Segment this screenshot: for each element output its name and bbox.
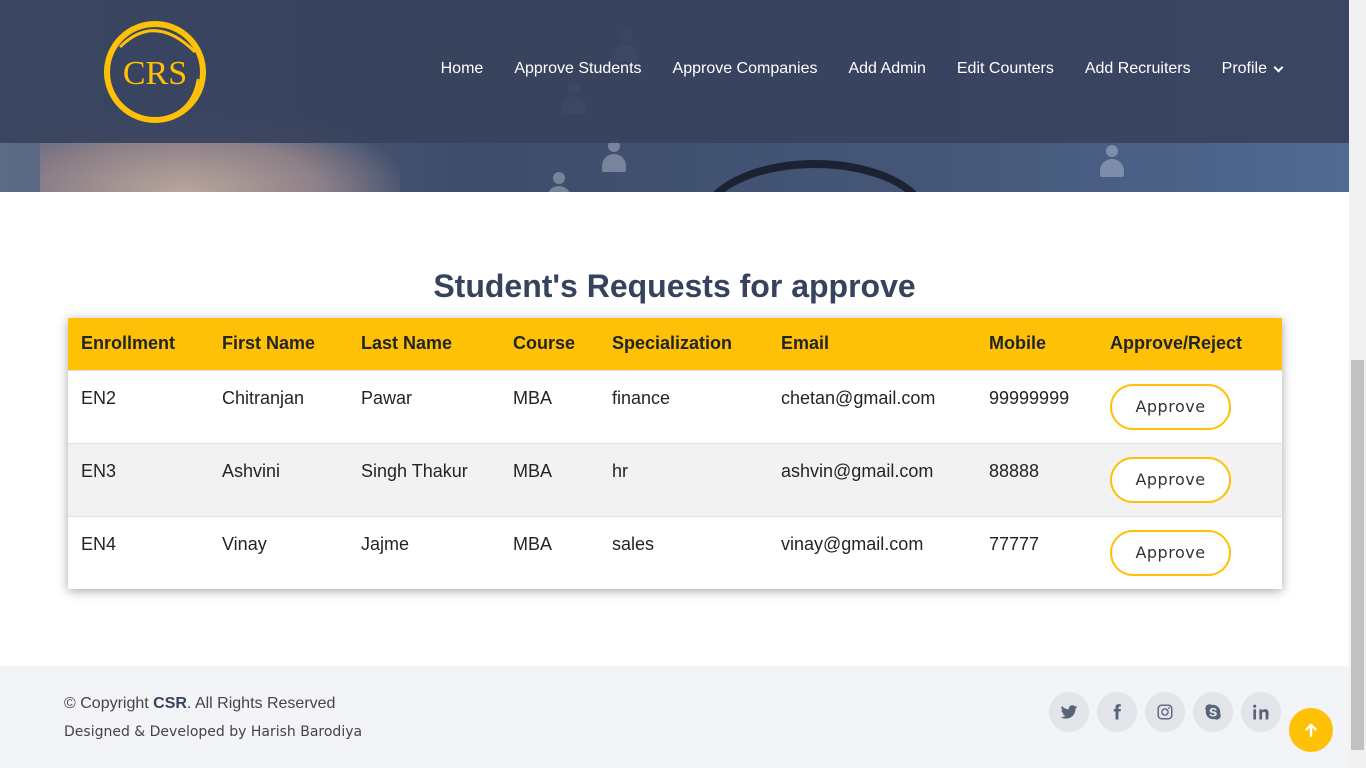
nav-profile-label: Profile	[1221, 60, 1267, 77]
cell-course: MBA	[513, 387, 553, 408]
cell-mobile: 88888	[989, 460, 1040, 481]
hero-person-icon	[1098, 145, 1126, 179]
cell-course: MBA	[513, 460, 553, 481]
cell-first-name: Vinay	[222, 533, 267, 554]
back-to-top-button[interactable]	[1289, 708, 1333, 752]
students-table-container: Enrollment First Name Last Name Course S…	[68, 318, 1282, 589]
instagram-icon[interactable]	[1145, 692, 1185, 732]
cell-mobile: 77777	[989, 533, 1040, 554]
hero-person-icon	[600, 140, 628, 174]
cell-last-name: Jajme	[361, 533, 410, 554]
svg-text:CRS: CRS	[123, 55, 187, 92]
column-header: Specialization	[612, 333, 733, 354]
cell-mobile: 99999999	[989, 387, 1070, 408]
nav-home[interactable]: Home	[425, 60, 499, 78]
column-header: Mobile	[989, 333, 1046, 354]
social-links	[1049, 692, 1281, 732]
table-header-row: Enrollment First Name Last Name Course S…	[68, 318, 1282, 370]
copyright-prefix: © Copyright	[64, 695, 154, 712]
cell-specialization: finance	[612, 387, 671, 408]
cell-enrollment: EN2	[81, 387, 117, 408]
cell-first-name: Ashvini	[222, 460, 281, 481]
column-header: Email	[781, 333, 830, 354]
navbar: CRS Home Approve Students Approve Compan…	[0, 0, 1349, 143]
arrow-up-icon	[1305, 723, 1317, 737]
column-header: Course	[513, 333, 576, 354]
approve-button[interactable]: Approve	[1110, 456, 1231, 503]
linkedin-icon[interactable]	[1241, 692, 1281, 732]
cell-action: Approve	[1097, 370, 1282, 443]
chevron-down-icon	[1273, 62, 1284, 72]
students-table: Enrollment First Name Last Name Course S…	[68, 318, 1282, 589]
table-row: EN2 Chitranjan Pawar MBA finance chetan@…	[68, 370, 1282, 443]
cell-specialization: sales	[612, 533, 655, 554]
cell-enrollment: EN4	[81, 533, 117, 554]
cell-email: chetan@gmail.com	[781, 387, 936, 408]
logo-circle-icon: CRS	[104, 21, 206, 123]
approve-button[interactable]: Approve	[1110, 529, 1231, 576]
credits: Designed & Developed by Harish Barodiya	[64, 724, 363, 740]
cell-action: Approve	[1097, 516, 1282, 589]
facebook-icon[interactable]	[1097, 692, 1137, 732]
twitter-icon[interactable]	[1049, 692, 1089, 732]
copyright-brand: CSR	[153, 695, 187, 712]
cell-course: MBA	[513, 533, 553, 554]
skype-icon[interactable]	[1193, 692, 1233, 732]
footer: © Copyright CSR. All Rights Reserved Des…	[0, 666, 1349, 768]
table-row: EN4 Vinay Jajme MBA sales vinay@gmail.co…	[68, 516, 1282, 589]
column-header: Approve/Reject	[1110, 333, 1243, 354]
cell-specialization: hr	[612, 460, 629, 481]
copyright-suffix: . All Rights Reserved	[186, 695, 336, 712]
cell-email: vinay@gmail.com	[781, 533, 924, 554]
cell-email: ashvin@gmail.com	[781, 460, 934, 481]
hero-magnifier-image	[700, 160, 930, 192]
page-title: Student's Requests for approve	[433, 268, 916, 304]
scrollbar-thumb[interactable]	[1351, 360, 1364, 750]
page-scrollbar[interactable]	[1349, 0, 1366, 768]
cell-last-name: Singh Thakur	[361, 460, 468, 481]
nav-approve-students[interactable]: Approve Students	[499, 60, 657, 78]
column-header: Last Name	[361, 333, 453, 354]
nav-add-recruiters[interactable]: Add Recruiters	[1069, 60, 1206, 78]
cell-enrollment: EN3	[81, 460, 117, 481]
cell-last-name: Pawar	[361, 387, 413, 408]
copyright: © Copyright CSR. All Rights Reserved	[64, 695, 335, 713]
nav-edit-counters[interactable]: Edit Counters	[941, 60, 1069, 78]
nav-profile[interactable]: Profile	[1206, 60, 1284, 78]
column-header: First Name	[222, 333, 316, 354]
cell-action: Approve	[1097, 443, 1282, 516]
hero-person-icon	[545, 172, 573, 192]
column-header: Enrollment	[81, 333, 176, 354]
nav-add-admin[interactable]: Add Admin	[833, 60, 941, 78]
approve-button[interactable]: Approve	[1110, 383, 1231, 430]
main-nav: Home Approve Students Approve Companies …	[425, 60, 1284, 78]
cell-first-name: Chitranjan	[222, 387, 305, 408]
nav-approve-companies[interactable]: Approve Companies	[657, 60, 833, 78]
table-row: EN3 Ashvini Singh Thakur MBA hr ashvin@g…	[68, 443, 1282, 516]
logo[interactable]: CRS	[100, 17, 210, 127]
